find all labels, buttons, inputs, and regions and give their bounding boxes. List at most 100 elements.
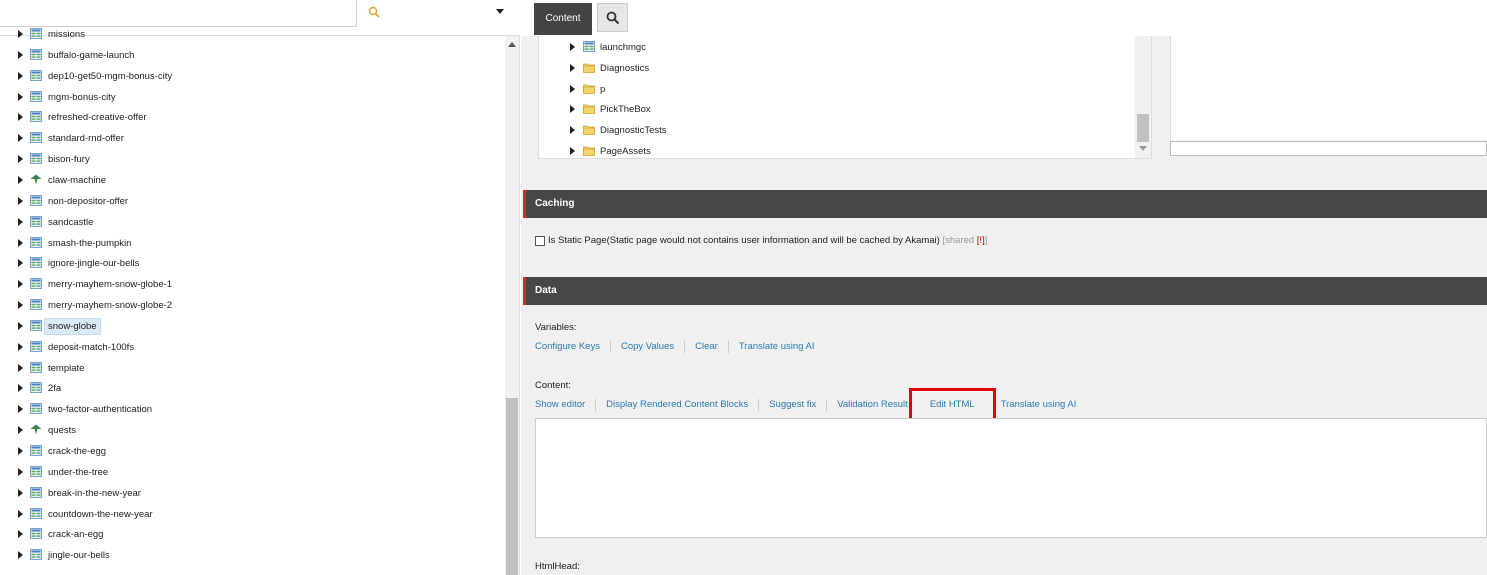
translate-content-link[interactable]: Translate using AI <box>991 399 1087 411</box>
expand-arrow-icon[interactable] <box>18 217 23 226</box>
configure-keys-link[interactable]: Configure Keys <box>535 341 610 353</box>
expand-arrow-icon[interactable] <box>570 43 575 51</box>
expand-arrow-icon[interactable] <box>18 301 23 310</box>
tree-item-label[interactable]: template <box>46 362 86 375</box>
tree-item-jingle-our-bells[interactable]: jingle-our-bells <box>0 546 500 566</box>
search-tab-button[interactable] <box>597 3 628 32</box>
tree-item-claw-machine[interactable]: claw-machine <box>0 171 500 191</box>
tree-item-label[interactable]: ignore-jingle-our-bells <box>46 257 141 270</box>
tree-item-bison-fury[interactable]: bison-fury <box>0 150 500 170</box>
expand-arrow-icon[interactable] <box>18 488 23 497</box>
tree-item-label[interactable]: crack-the-egg <box>46 445 108 458</box>
copy-values-link[interactable]: Copy Values <box>609 341 684 353</box>
tree-item-crack-an-egg[interactable]: crack-an-egg <box>0 525 500 545</box>
subtree-item-pageassets[interactable]: PageAssets <box>539 142 1129 158</box>
tree-item-break-in-the-new-year[interactable]: break-in-the-new-year <box>0 484 500 504</box>
tree-item-label[interactable]: merry-mayhem-snow-globe-1 <box>46 278 174 291</box>
tree-item-label[interactable]: smash-the-pumpkin <box>46 237 133 250</box>
tree-item-crack-the-egg[interactable]: crack-the-egg <box>0 442 500 462</box>
tree-item-smash-the-pumpkin[interactable]: smash-the-pumpkin <box>0 234 500 254</box>
expand-arrow-icon[interactable] <box>18 467 23 476</box>
tree-scrollbar[interactable] <box>505 36 519 575</box>
tree-item-label[interactable]: non-depositor-offer <box>46 195 130 208</box>
subtree-item-label[interactable]: p <box>598 83 607 96</box>
subtree-item-launchmgc[interactable]: launchmgc <box>539 38 1129 58</box>
path-input[interactable] <box>1170 141 1487 156</box>
tree-item-label[interactable]: 2fa <box>46 382 63 395</box>
subtree-item-label[interactable]: Diagnostics <box>598 62 651 75</box>
subtree-item-diagnostictests[interactable]: DiagnosticTests <box>539 121 1129 141</box>
scroll-up-icon[interactable] <box>508 42 516 47</box>
scroll-down-icon[interactable] <box>1139 146 1147 151</box>
subtree-item-label[interactable]: DiagnosticTests <box>598 124 669 137</box>
expand-arrow-icon[interactable] <box>18 426 23 435</box>
expand-arrow-icon[interactable] <box>18 196 23 205</box>
translate-variables-link[interactable]: Translate using AI <box>727 341 825 353</box>
expand-arrow-icon[interactable] <box>18 363 23 372</box>
expand-arrow-icon[interactable] <box>18 551 23 560</box>
expand-arrow-icon[interactable] <box>570 84 575 93</box>
tree-search-input[interactable] <box>0 0 357 27</box>
expand-arrow-icon[interactable] <box>18 175 23 184</box>
tree-item-label[interactable]: standard-rnd-offer <box>46 132 126 145</box>
tree-item-label[interactable]: crack-an-egg <box>46 528 105 541</box>
edit-html-link[interactable]: Edit HTML <box>908 388 996 422</box>
tree-item-countdown-the-new-year[interactable]: countdown-the-new-year <box>0 505 500 525</box>
subtree-item-p[interactable]: p <box>539 80 1129 100</box>
tree-item-label[interactable]: under-the-tree <box>46 466 110 479</box>
expand-arrow-icon[interactable] <box>18 92 23 101</box>
expand-arrow-icon[interactable] <box>18 530 23 539</box>
tree-item-label[interactable]: buffalo-game-launch <box>46 49 136 62</box>
show-editor-link[interactable]: Show editor <box>535 399 595 411</box>
expand-arrow-icon[interactable] <box>18 342 23 351</box>
expand-arrow-icon[interactable] <box>18 71 23 80</box>
tab-content[interactable]: Content <box>534 3 592 35</box>
tree-item-merry-mayhem-snow-globe-2[interactable]: merry-mayhem-snow-globe-2 <box>0 296 500 316</box>
expand-arrow-icon[interactable] <box>18 509 23 518</box>
expand-arrow-icon[interactable] <box>18 280 23 289</box>
tree-item-buffalo-game-launch[interactable]: buffalo-game-launch <box>0 46 500 66</box>
display-rendered-blocks-link[interactable]: Display Rendered Content Blocks <box>595 399 758 411</box>
search-icon[interactable] <box>368 6 382 20</box>
tree-item-label[interactable]: bison-fury <box>46 153 92 166</box>
expand-arrow-icon[interactable] <box>18 447 23 455</box>
tree-item-sandcastle[interactable]: sandcastle <box>0 213 500 233</box>
caching-section-header[interactable]: Caching <box>523 190 1487 218</box>
expand-arrow-icon[interactable] <box>18 134 23 143</box>
expand-arrow-icon[interactable] <box>18 405 23 414</box>
expand-arrow-icon[interactable] <box>570 126 575 135</box>
tree-item-label[interactable]: break-in-the-new-year <box>46 487 143 500</box>
tree-item-template[interactable]: template <box>0 359 500 379</box>
tree-item-ignore-jingle-our-bells[interactable]: ignore-jingle-our-bells <box>0 254 500 274</box>
tree-item-label[interactable]: claw-machine <box>46 174 108 187</box>
tree-item-label[interactable]: merry-mayhem-snow-globe-2 <box>46 299 174 312</box>
validation-result-link[interactable]: Validation Result <box>826 399 918 411</box>
tree-item-mgm-bonus-city[interactable]: mgm-bonus-city <box>0 88 500 108</box>
static-page-checkbox[interactable] <box>535 236 545 246</box>
tree-item-two-factor-authentication[interactable]: two-factor-authentication <box>0 400 500 420</box>
tree-item-dep10-get50-mgm-bonus-city[interactable]: dep10-get50-mgm-bonus-city <box>0 67 500 87</box>
tree-item-label[interactable]: dep10-get50-mgm-bonus-city <box>46 70 174 83</box>
tree-item-non-depositor-offer[interactable]: non-depositor-offer <box>0 192 500 212</box>
tree-item-snow-globe[interactable]: snow-globe <box>0 317 500 337</box>
expand-arrow-icon[interactable] <box>570 147 575 155</box>
tree-item-2fa[interactable]: 2fa <box>0 379 500 399</box>
tree-item-label[interactable]: two-factor-authentication <box>46 403 154 416</box>
tree-item-label[interactable]: snow-globe <box>44 317 101 335</box>
scrollbar-thumb[interactable] <box>506 398 518 575</box>
data-section-header[interactable]: Data <box>523 277 1487 305</box>
expand-arrow-icon[interactable] <box>18 238 23 247</box>
expand-arrow-icon[interactable] <box>570 105 575 114</box>
tree-item-label[interactable]: sandcastle <box>46 216 95 229</box>
expand-arrow-icon[interactable] <box>18 30 23 38</box>
tree-item-under-the-tree[interactable]: under-the-tree <box>0 463 500 483</box>
expand-arrow-icon[interactable] <box>18 384 23 393</box>
chevron-down-icon[interactable] <box>496 9 504 14</box>
subtree-scrollbar[interactable] <box>1135 36 1151 158</box>
scrollbar-thumb[interactable] <box>1137 114 1149 142</box>
expand-arrow-icon[interactable] <box>18 155 23 164</box>
suggest-fix-link[interactable]: Suggest fix <box>758 399 826 411</box>
tree-item-label[interactable]: jingle-our-bells <box>46 549 112 562</box>
tree-item-label[interactable]: deposit-match-100fs <box>46 341 136 354</box>
subtree-item-pickthebox[interactable]: PickTheBox <box>539 100 1129 120</box>
